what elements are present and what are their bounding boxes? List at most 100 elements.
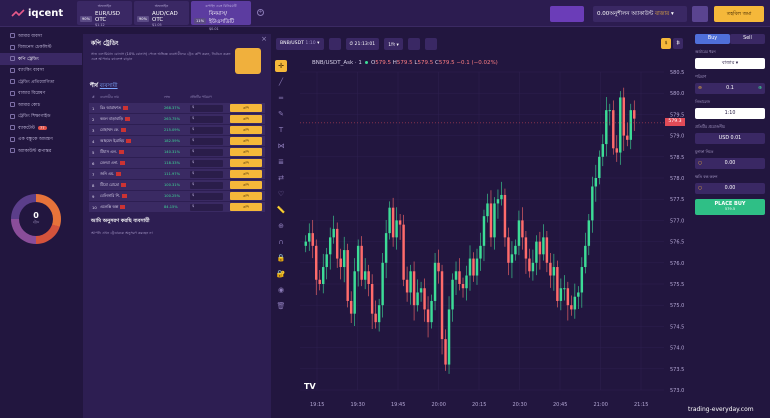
copy-amount-input[interactable]: $ [190,203,223,211]
candle-body [315,245,318,280]
candle-body [437,262,440,272]
trader-rank: 9 [92,193,95,199]
top-link[interactable]: ব্যবসায়ী [100,83,118,89]
copy-button[interactable]: কপি [230,148,262,156]
gift-icon[interactable] [550,6,584,22]
candle-body [531,262,535,272]
candle-body [605,110,608,145]
deposit-button[interactable]: তহবিল জমা [714,6,764,22]
sidebar-item[interactable]: কপি ট্রেডিং [0,53,82,65]
amount-value[interactable]: 0.1 [726,86,734,91]
copy-amount-input[interactable]: $ [190,148,223,156]
order-type-value: বাজার [721,61,735,66]
sidebar-item[interactable]: ট্রেডিং শিক্ষাগাইড [0,111,82,123]
candle-body [587,220,591,246]
user-icon[interactable] [692,6,708,22]
candlestick-chart[interactable]: 580.5 580.0 579.5 579.0 578.5 578.0 577.5 577.0… [272,34,690,418]
copy-amount-input[interactable]: $ [190,115,223,123]
asset-tab[interactable]: অফলাইন 90% AUD/CAD OTC $1.05 [134,1,189,27]
candle-body [545,237,549,263]
copy-panel-description: সাত ডলারিয়ান বোনাস (10% বোনাস) পেতে অভি… [91,52,231,62]
sidebar-item[interactable]: ট্রেডিং প্রতিযোগিতা [0,76,82,88]
sidebar-item[interactable]: আমার কোচ [0,99,82,111]
trader-row: 2 কমল বাড়াবাড়ি 263.75% $ কপি [89,114,265,124]
copy-button[interactable]: কপি [230,126,262,134]
watermark: trading-everyday.com [688,406,754,413]
candle-body [384,233,388,263]
sidebar-item[interactable]: বাজার বিশ্লেষণ [0,88,82,100]
top-traders-title: শীর্ষ ব্যবসায়ী [83,80,271,94]
balance-selector[interactable]: 0.00অনুশীলন অ্যাকাউন্ট বাজার ▾ [593,6,687,22]
stop-loss-input[interactable]: ○ 0.00 [695,183,765,194]
copy-button[interactable]: কপি [230,159,262,167]
sidebar-item[interactable]: বিজনেস চেকলিস্ট [0,42,82,54]
sidebar-item-label: কপি ট্রেডিং [18,56,39,62]
y-tick-label: 575.5 [670,282,684,288]
trader-name: আহমেদ ইব্রাহিম [100,137,125,143]
trader-profit: 111.97% [164,172,180,176]
copy-amount-input[interactable]: $ [190,192,223,200]
flag-icon [126,139,132,143]
take-profit-input[interactable]: ○ 0.00 [695,158,765,169]
flag-icon [116,172,122,176]
asset-tab-price: $1.12 [95,23,105,27]
sidebar-item[interactable]: অ্যাকাউন্ট রূপান্তর [0,145,82,157]
add-asset-icon[interactable]: + [257,9,264,16]
sidebar-item[interactable]: ব্যাংকিং ব্যবসা [0,65,82,77]
take-profit-toggle-icon[interactable]: ○ [698,158,702,169]
stop-loss-value[interactable]: 0.00 [725,186,736,191]
candle-body [458,271,461,284]
sidebar-item-label: ট্রেডিং শিক্ষাগাইড [18,114,51,120]
copy-amount-input[interactable]: $ [190,159,223,167]
copy-button[interactable]: কপি [230,137,262,145]
copy-amount-input[interactable]: $ [190,104,223,112]
candle-body [594,178,598,187]
candle-body [461,284,465,289]
trader-row: 6 মেলবা এনা. 118.33% $ কপি [89,158,265,168]
candle-body [388,207,391,234]
close-icon[interactable]: × [261,35,267,43]
order-type-select[interactable]: বাজার ▾ [695,58,765,69]
sidebar-item-label: ব্যাংকিং ব্যবসা [18,68,44,74]
multiplier-select[interactable]: 1:10 [695,108,765,119]
place-buy-button[interactable]: PLACE BUY 579.5 [695,199,765,215]
margin-label: প্রতিটির প্রয়োজনীয় [695,124,725,129]
sidebar-item[interactable]: আমার ব্যবসা [0,30,82,42]
asset-tab-active[interactable]: কপাইং এবং বিনিময়টি 11% বিনমাস/ইউএসডিটি $… [191,1,251,31]
copy-button[interactable]: কপি [230,104,262,112]
minus-icon[interactable]: ⊖ [698,83,702,94]
candle-body [528,258,531,272]
buy-tab[interactable]: Buy [695,34,730,44]
copy-button[interactable]: কপি [230,170,262,178]
copy-button[interactable]: কপি [230,192,262,200]
copy-button[interactable]: কপি [230,181,262,189]
copy-amount-input[interactable]: $ [190,181,223,189]
copy-amount-input[interactable]: $ [190,126,223,134]
sidebar-item-label: এক বন্ধুকে আমন্ত্রণ [18,137,53,143]
x-tick-label: 20:30 [513,402,527,408]
copy-button[interactable]: কপি [230,115,262,123]
candle-body [535,241,538,263]
logo[interactable]: iqcent [11,8,63,19]
sidebar-item-label: অ্যাকাউন্ট রূপান্তর [18,148,52,154]
plus-icon[interactable]: ⊕ [758,83,762,94]
stop-loss-toggle-icon[interactable]: ○ [698,183,702,194]
candle-body [584,245,587,268]
take-profit-value[interactable]: 0.00 [725,161,736,166]
asset-tab[interactable]: অফলাইন 90% EUR/USD OTC $1.12 [77,1,132,27]
copy-button[interactable]: কপি [230,203,262,211]
candle-body [454,271,458,280]
candle-body [510,254,514,263]
chart-area[interactable]: BNB/USDT 1:10 ▾ ⏱ 21:13:01 1মি ▾ $ ₿ ✛ ╱ ═ ✎… [272,34,690,418]
candle-body [486,203,489,217]
candle-body [542,237,545,255]
candle-body [342,250,346,268]
sidebar-item[interactable]: ব্যাকটেস্ট 77 [0,122,82,134]
amount-stepper[interactable]: ⊖ 0.1 ⊕ [695,83,765,94]
sidebar-item[interactable]: এক বন্ধুকে আমন্ত্রণ [0,134,82,146]
sell-tab[interactable]: Sell [730,34,765,44]
trader-name: কমল বাড়াবাড়ি [100,115,123,121]
copy-amount-input[interactable]: $ [190,137,223,145]
trader-profit: 100.31% [164,183,180,187]
copy-amount-input[interactable]: $ [190,170,223,178]
